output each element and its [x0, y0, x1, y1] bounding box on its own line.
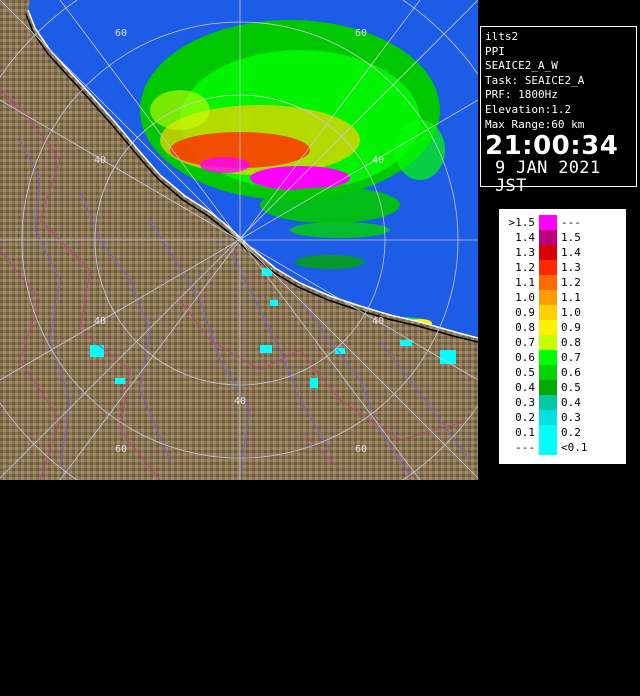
ring-label-40-bottom: 40: [234, 396, 246, 407]
legend-upper-bound: 0.6: [561, 366, 581, 379]
legend-upper-bound: 1.3: [561, 261, 581, 274]
legend-row: 0.3 0.4: [499, 395, 626, 410]
prf-value: PRF: 1800Hz: [485, 88, 558, 102]
legend-lower-bound: 0.9: [515, 306, 535, 319]
legend-upper-bound: 1.2: [561, 276, 581, 289]
legend-color-swatch: [539, 410, 557, 425]
legend-color-swatch: [539, 335, 557, 350]
legend-row: 1.3 1.4: [499, 245, 626, 260]
legend-row: 1.0 1.1: [499, 290, 626, 305]
legend-lower-bound: 0.7: [515, 336, 535, 349]
legend-lower-bound: >1.5: [508, 216, 536, 229]
max-range-value: Max Range:60 km: [485, 117, 585, 131]
legend-color-swatch: [539, 290, 557, 305]
legend-lower-bound: 1.2: [515, 261, 535, 274]
ring-label-40-right: 40: [372, 155, 384, 166]
legend-color-swatch: [539, 245, 557, 260]
legend-title: Spectrum Width in m/s: [601, 569, 612, 696]
legend-lower-bound: 0.4: [515, 381, 535, 394]
legend-upper-bound: 1.1: [561, 291, 581, 304]
legend-color-swatch: [539, 305, 557, 320]
legend-row: 0.4 0.5: [499, 380, 626, 395]
scan-info-panel: ilts2 PPI SEAICE2_A_W Task: SEAICE2_A PR…: [480, 26, 637, 195]
radar-map: 60 60 40 40 40 40 40 60 60: [0, 0, 478, 480]
scan-name: SEAICE2_A_W: [485, 59, 558, 73]
legend-upper-bound: 0.9: [561, 321, 581, 334]
scan-time: 21:00:34: [485, 131, 619, 162]
elevation-value: Elevation:1.2: [485, 102, 572, 116]
legend-lower-bound: 0.8: [515, 321, 535, 334]
legend-color-swatch: [539, 365, 557, 380]
legend-row: 1.1 1.2: [499, 275, 626, 290]
legend-upper-bound: 1.0: [561, 306, 581, 319]
legend-upper-bound: 0.2: [561, 426, 581, 439]
site-name: ilts2: [485, 30, 519, 43]
legend-row: 0.8 0.9: [499, 320, 626, 335]
ring-label-40-lowleft: 40: [94, 316, 106, 327]
legend-lower-bound: 0.6: [515, 351, 535, 364]
scan-date: 9 JAN 2021 JST: [495, 158, 601, 197]
legend-row: 0.9 1.0: [499, 305, 626, 320]
ring-label-60-bottomright: 60: [355, 444, 367, 455]
legend-upper-bound: 0.7: [561, 351, 581, 364]
legend-row: 0.2 0.3: [499, 410, 626, 425]
legend-color-swatch: [539, 350, 557, 365]
legend-lower-bound: 0.5: [515, 366, 535, 379]
legend-lower-bound: ---: [515, 441, 535, 454]
ring-label-60-topleft: 60: [115, 28, 127, 39]
legend-color-swatch: [539, 380, 557, 395]
legend-lower-bound: 0.2: [515, 411, 535, 424]
legend-row: 0.6 0.7: [499, 350, 626, 365]
legend-row: >1.5 ---: [499, 215, 626, 230]
ring-label-40-lowright: 40: [372, 316, 384, 327]
legend-row: --- <0.1: [499, 440, 626, 455]
legend-lower-bound: 1.3: [515, 246, 535, 259]
legend-lower-bound: 1.4: [515, 231, 535, 244]
legend-upper-bound: 1.5: [561, 231, 581, 244]
ring-label-60-bottomleft: 60: [115, 444, 127, 455]
legend-color-swatch: [539, 215, 557, 230]
legend-upper-bound: <0.1: [561, 441, 588, 454]
legend-upper-bound: 0.5: [561, 381, 581, 394]
legend-color-swatch: [539, 320, 557, 335]
legend-row: 1.2 1.3: [499, 260, 626, 275]
color-legend: >1.5 --- 1.4 1.5 1.3 1.4 1.2 1.3 1.1 1.2 1.0 1.1 0.9…: [499, 209, 626, 696]
legend-color-swatch: [539, 275, 557, 290]
legend-row: 0.5 0.6: [499, 365, 626, 380]
task-name: Task: SEAICE2_A: [485, 73, 585, 87]
product-type: PPI: [485, 44, 505, 58]
legend-color-swatch: [539, 260, 557, 275]
legend-upper-bound: 0.4: [561, 396, 581, 409]
legend-row: 1.4 1.5: [499, 230, 626, 245]
legend-color-swatch: [539, 440, 557, 455]
legend-row: 0.7 0.8: [499, 335, 626, 350]
legend-row: 0.1 0.2: [499, 425, 626, 440]
ring-label-60-topright: 60: [355, 28, 367, 39]
radar-ppi-image: 60 60 40 40 40 40 40 60 60: [0, 0, 478, 480]
legend-color-swatch: [539, 425, 557, 440]
legend-color-swatch: [539, 230, 557, 245]
legend-color-swatch: [539, 395, 557, 410]
legend-upper-bound: 1.4: [561, 246, 581, 259]
legend-lower-bound: 1.0: [515, 291, 535, 304]
legend-lower-bound: 0.3: [515, 396, 535, 409]
legend-upper-bound: 0.3: [561, 411, 581, 424]
ring-label-40-left: 40: [94, 155, 106, 166]
legend-lower-bound: 0.1: [515, 426, 535, 439]
legend-lower-bound: 1.1: [515, 276, 535, 289]
legend-upper-bound: 0.8: [561, 336, 581, 349]
legend-upper-bound: ---: [561, 216, 581, 229]
